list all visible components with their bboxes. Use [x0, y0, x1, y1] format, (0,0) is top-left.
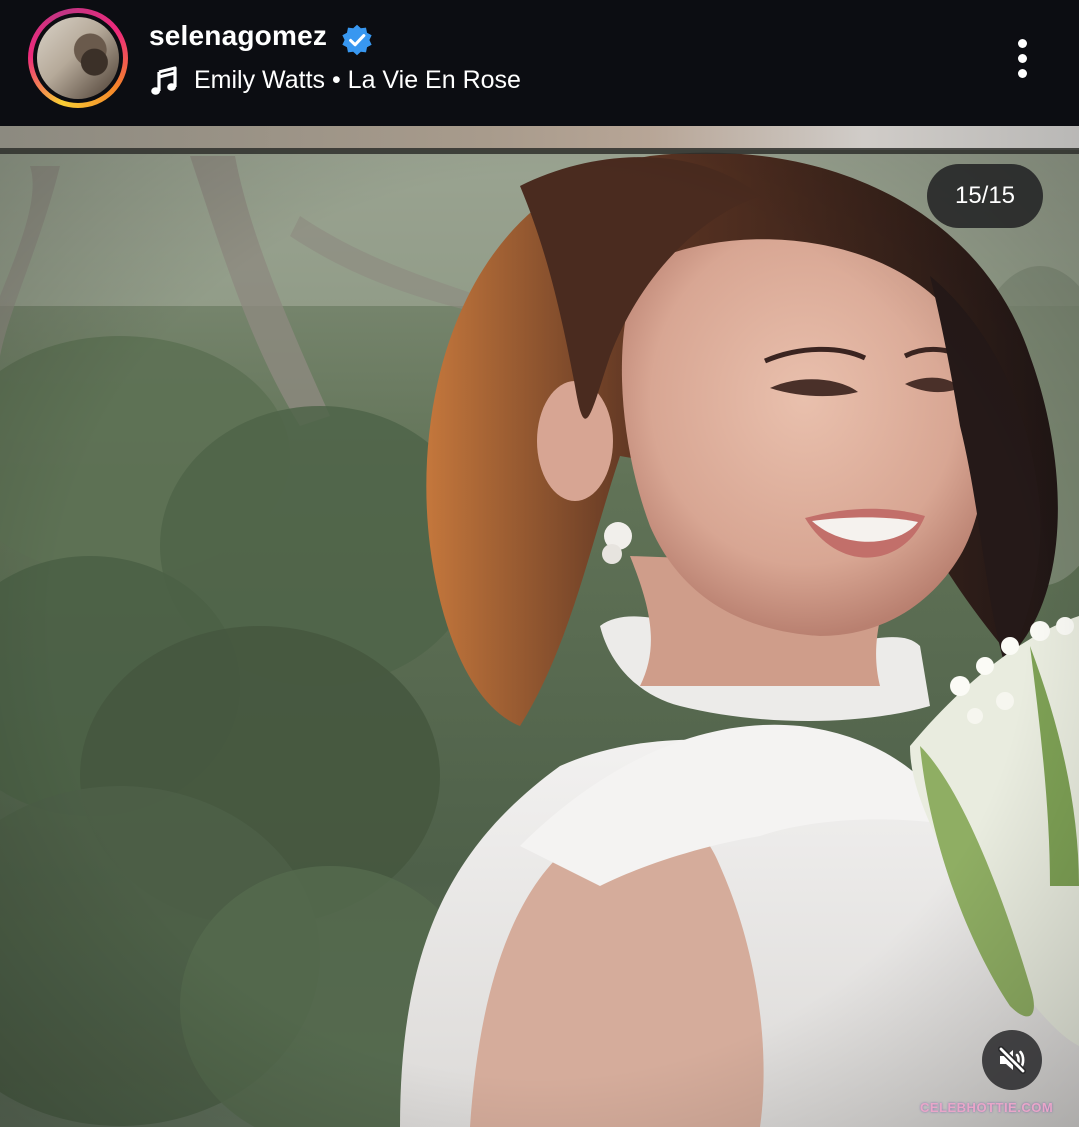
post-photo — [0, 126, 1079, 1127]
music-note-icon — [151, 66, 177, 95]
verified-badge-icon — [342, 24, 372, 56]
slide-counter-badge: 15/15 — [927, 164, 1043, 228]
watermark: CELEBHOTTIE.COM — [920, 1100, 1054, 1115]
previous-frame-edge — [0, 126, 1079, 150]
audio-track-label[interactable]: Emily Watts • La Vie En Rose — [194, 66, 521, 95]
username[interactable]: selenagomez — [149, 20, 327, 52]
post-header: selenagomez Emily Watts • La Vie En Rose — [0, 0, 1079, 126]
avatar[interactable] — [28, 8, 128, 108]
post-viewer: selenagomez Emily Watts • La Vie En Rose — [0, 0, 1079, 1127]
mute-toggle-button[interactable] — [982, 1030, 1042, 1090]
more-options-button[interactable] — [1008, 36, 1036, 80]
avatar-image — [37, 17, 119, 99]
more-vertical-icon — [1018, 39, 1027, 48]
post-media[interactable]: 15/15 CELEBHOTTIE.COM — [0, 126, 1079, 1127]
speaker-muted-icon — [998, 1046, 1026, 1074]
